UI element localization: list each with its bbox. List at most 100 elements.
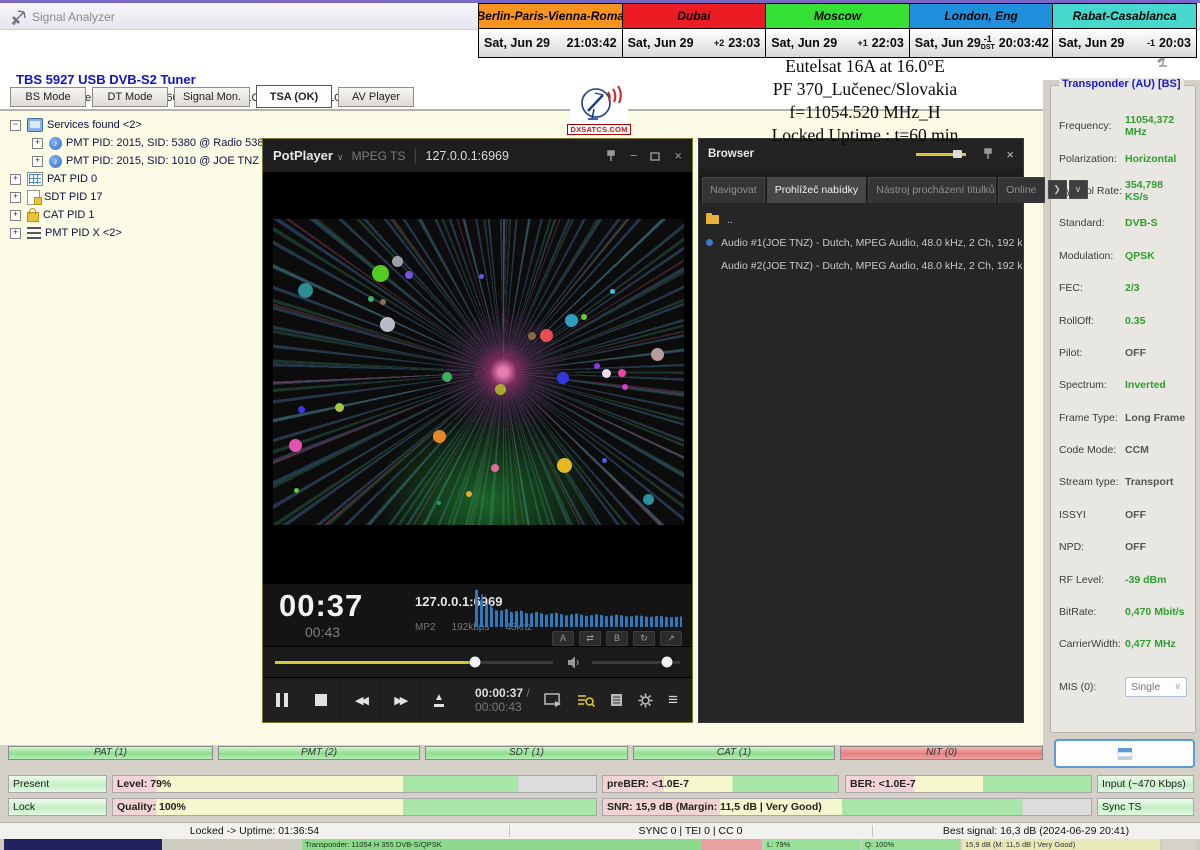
clock-city-label: Dubai bbox=[623, 4, 766, 29]
transponder-row: Stream type:Transport bbox=[1059, 466, 1187, 498]
swap-icon[interactable]: ⇄ bbox=[579, 631, 601, 646]
audio-service-icon bbox=[49, 137, 62, 150]
ab-repeat-b-button[interactable]: B bbox=[606, 631, 628, 646]
tab-online[interactable]: Online bbox=[998, 177, 1044, 203]
tab-signal-mon[interactable]: Signal Mon. bbox=[174, 87, 250, 107]
list-item-audio-2[interactable]: Audio #2(JOE TNZ) - Dutch, MPEG Audio, 4… bbox=[699, 254, 1023, 277]
sliver-transponder: Transponder: 11054 H 355 DVB-S/QPSK bbox=[302, 839, 702, 850]
dxsatcs-logo-text: DXSATCS.COM bbox=[567, 124, 630, 135]
audio-service-icon bbox=[49, 155, 62, 168]
collapse-icon[interactable] bbox=[10, 120, 21, 131]
pid-bar-sdt[interactable]: SDT (1) bbox=[425, 746, 628, 760]
pid-bar-pat[interactable]: PAT (1) bbox=[8, 746, 213, 760]
transponder-row: Frame Type:Long Frame bbox=[1059, 402, 1187, 434]
volume-handle[interactable] bbox=[661, 657, 672, 668]
previous-button[interactable] bbox=[341, 678, 380, 722]
transponder-row: Pilot:OFF bbox=[1059, 337, 1187, 369]
clock-city-label: London, Eng bbox=[910, 4, 1053, 29]
pause-button[interactable] bbox=[263, 678, 302, 722]
clock-time: 23:03 bbox=[728, 36, 760, 50]
npd-value: OFF bbox=[1125, 541, 1146, 553]
tab-dt-mode[interactable]: DT Mode bbox=[92, 87, 168, 107]
mis-select[interactable]: Single bbox=[1125, 677, 1187, 697]
close-icon[interactable] bbox=[674, 148, 682, 163]
folder-icon bbox=[706, 215, 719, 224]
transponder-row: ISSYIOFF bbox=[1059, 499, 1187, 531]
pin-icon[interactable] bbox=[605, 150, 617, 162]
tab-subtitle-browser[interactable]: Nástroj procházení titulků bbox=[868, 177, 996, 203]
tab-av-player[interactable]: AV Player bbox=[338, 87, 414, 107]
close-icon[interactable] bbox=[1006, 147, 1014, 162]
frequency-value: 11054,372 MHz bbox=[1125, 114, 1187, 138]
seek-bar[interactable] bbox=[275, 661, 553, 664]
repeat-icon[interactable]: ↻ bbox=[633, 631, 655, 646]
seek-handle[interactable] bbox=[470, 657, 481, 668]
table-icon bbox=[27, 172, 43, 186]
expand-icon[interactable] bbox=[32, 138, 43, 149]
expand-icon[interactable] bbox=[10, 228, 21, 239]
pid-bar-nit[interactable]: NIT (0) bbox=[840, 746, 1043, 760]
ab-repeat-a-button[interactable]: A bbox=[552, 631, 574, 646]
snr-gauge: SNR: 15,9 dB (Margin: 11,5 dB | Very Goo… bbox=[602, 798, 1092, 816]
search-playlist-icon[interactable] bbox=[577, 693, 595, 708]
potplayer-titlebar[interactable]: PotPlayer MPEG TS | 127.0.0.1:6969 bbox=[263, 139, 692, 173]
world-clocks-panel: Berlin-Paris-Vienna-Roma Sat, Jun 29 21:… bbox=[478, 3, 1197, 58]
volume-bar[interactable] bbox=[592, 661, 680, 664]
sliver-quality: Q: 100% bbox=[862, 839, 960, 850]
tab-navigate[interactable]: Navigovat bbox=[702, 177, 765, 203]
mis-row: MIS (0): Single bbox=[1059, 677, 1187, 697]
slider-handle[interactable] bbox=[953, 150, 962, 158]
transponder-row: FEC:2/3 bbox=[1059, 272, 1187, 304]
dxsatcs-logo: DXSATCS.COM bbox=[570, 83, 628, 136]
maximize-icon[interactable] bbox=[650, 151, 661, 161]
tab-tsa[interactable]: TSA (OK) bbox=[256, 85, 332, 108]
clock-time: 21:03:42 bbox=[567, 36, 617, 50]
fullscreen-icon[interactable]: ↗ bbox=[660, 631, 682, 646]
chevron-down-icon bbox=[1174, 681, 1181, 692]
speaker-icon[interactable] bbox=[567, 656, 582, 669]
video-area[interactable] bbox=[263, 173, 692, 583]
playlist-icon[interactable] bbox=[610, 693, 623, 707]
stop-button[interactable] bbox=[302, 678, 341, 722]
expand-icon[interactable] bbox=[10, 210, 21, 221]
transponder-row: Spectrum:Inverted bbox=[1059, 369, 1187, 401]
eject-button[interactable] bbox=[420, 678, 459, 722]
settings-gear-icon[interactable] bbox=[638, 693, 653, 708]
mode-tabs: BS Mode DT Mode Signal Mon. TSA (OK) AV … bbox=[10, 87, 414, 108]
expand-icon[interactable] bbox=[10, 192, 21, 203]
transponder-row: RollOff:0.35 bbox=[1059, 304, 1187, 336]
transponder-panel-title: Transponder (AU) [BS] bbox=[1059, 78, 1184, 90]
potplayer-window: PotPlayer MPEG TS | 127.0.0.1:6969 00:37 bbox=[262, 138, 693, 723]
browser-titlebar[interactable]: Browser bbox=[699, 139, 1023, 169]
visualization bbox=[273, 219, 684, 525]
list-item-audio-1[interactable]: Audio #1(JOE TNZ) - Dutch, MPEG Audio, 4… bbox=[699, 231, 1023, 254]
clock-time: 20:03:42 bbox=[999, 36, 1049, 50]
tab-menu-browser[interactable]: Prohlížeč nabídky bbox=[767, 177, 866, 203]
next-button[interactable] bbox=[381, 678, 420, 722]
clock-dubai: Dubai Sat, Jun 29 +2 23:03 bbox=[623, 4, 767, 57]
list-item-parent-folder[interactable]: .. bbox=[699, 208, 1023, 231]
opacity-slider[interactable] bbox=[916, 153, 966, 156]
codec-label: MP2 bbox=[415, 622, 436, 633]
time-duration: 00:00:43 bbox=[475, 700, 522, 714]
tab-dropdown-icon[interactable]: ∨ bbox=[1069, 180, 1088, 199]
expand-icon[interactable] bbox=[10, 174, 21, 185]
transponder-row: NPD:OFF bbox=[1059, 531, 1187, 563]
pid-bar-cat[interactable]: CAT (1) bbox=[633, 746, 835, 760]
stream-url-label: 127.0.0.1:6969 bbox=[426, 149, 509, 163]
tree-item-services[interactable]: Services found <2> bbox=[10, 116, 338, 134]
pin-icon[interactable] bbox=[982, 148, 994, 160]
potplayer-menu[interactable]: PotPlayer bbox=[273, 148, 333, 163]
selected-bullet-icon bbox=[706, 239, 713, 246]
menu-icon[interactable] bbox=[668, 690, 678, 710]
cast-icon[interactable] bbox=[544, 693, 562, 707]
pid-bar-pmt[interactable]: PMT (2) bbox=[218, 746, 420, 760]
stream-stack-button[interactable] bbox=[1054, 739, 1195, 768]
background-window-sliver: Transponder: 11054 H 355 DVB-S/QPSK L: 7… bbox=[0, 839, 1200, 850]
tab-scroll-right-icon[interactable]: ❯ bbox=[1048, 180, 1067, 199]
minimize-icon[interactable] bbox=[630, 148, 638, 163]
tab-bs-mode[interactable]: BS Mode bbox=[10, 87, 86, 107]
spectrum-value: Inverted bbox=[1125, 379, 1166, 391]
browser-tabs: Navigovat Prohlížeč nabídky Nástroj proc… bbox=[699, 169, 1023, 203]
expand-icon[interactable] bbox=[32, 156, 43, 167]
